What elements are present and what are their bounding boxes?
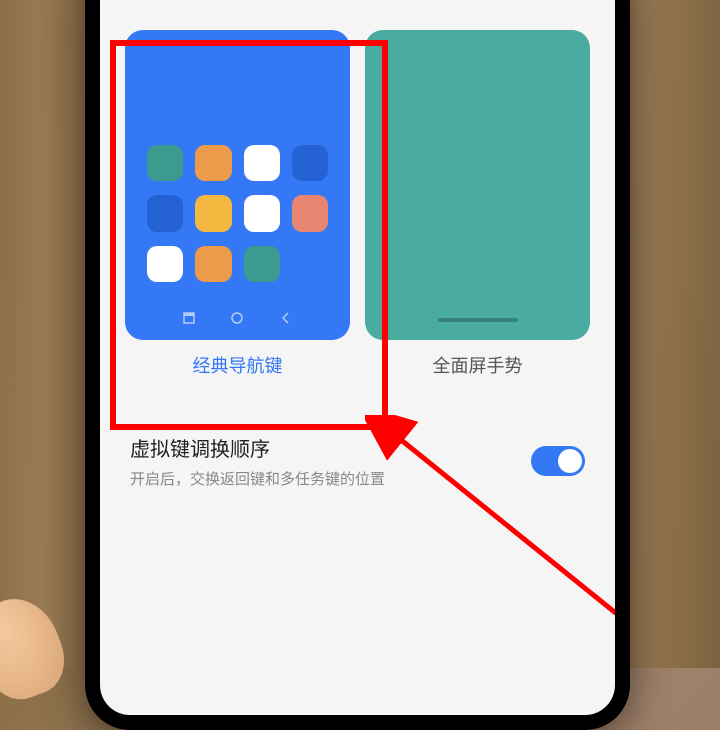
gesture-nav-label: 全面屏手势 — [433, 352, 523, 378]
gesture-indicator — [438, 318, 518, 322]
classic-nav-preview — [125, 30, 350, 340]
settings-content: 经典导航键 全面屏手势 虚拟键调换顺序 开启后，交换返回键和多任务键的位置 — [100, 0, 615, 715]
phone-frame: 08:36 — [85, 0, 630, 730]
setting-text: 虚拟键调换顺序 开启后，交换返回键和多任务键的位置 — [130, 433, 531, 489]
app-icon — [244, 195, 280, 231]
phone-screen: 08:36 — [100, 0, 615, 715]
gesture-nav-preview — [365, 30, 590, 340]
setting-description: 开启后，交换返回键和多任务键的位置 — [130, 468, 531, 489]
app-icon — [147, 145, 183, 181]
setting-title: 虚拟键调换顺序 — [130, 433, 531, 462]
swap-keys-toggle[interactable] — [531, 446, 585, 476]
home-icon — [230, 311, 244, 325]
app-icon — [195, 246, 231, 282]
app-icon — [147, 195, 183, 231]
classic-nav-option[interactable]: 经典导航键 — [125, 30, 350, 378]
swap-keys-setting: 虚拟键调换顺序 开启后，交换返回键和多任务键的位置 — [100, 413, 615, 509]
app-icon — [195, 145, 231, 181]
app-grid — [125, 145, 350, 282]
divider — [100, 393, 615, 413]
navigation-style-options: 经典导航键 全面屏手势 — [100, 15, 615, 393]
nav-bar — [125, 311, 350, 325]
toggle-knob — [558, 449, 582, 473]
app-icon — [292, 145, 328, 181]
classic-nav-label: 经典导航键 — [193, 352, 283, 378]
app-icon — [195, 195, 231, 231]
back-icon — [279, 311, 293, 325]
app-icon — [244, 246, 280, 282]
app-icon — [244, 145, 280, 181]
gesture-nav-option[interactable]: 全面屏手势 — [365, 30, 590, 378]
status-time: 08:36 — [125, 0, 181, 3]
app-icon — [292, 195, 328, 231]
recent-icon — [182, 311, 196, 325]
app-icon — [147, 246, 183, 282]
